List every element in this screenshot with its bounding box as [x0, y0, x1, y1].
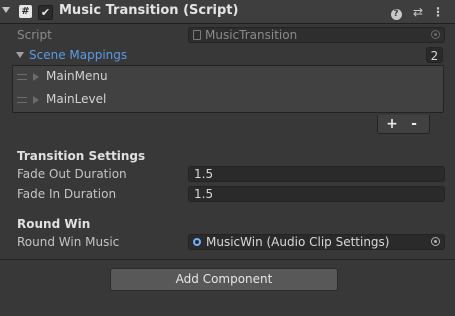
- fade-in-input[interactable]: 1.5: [188, 186, 445, 202]
- component-title: Music Transition (Script): [59, 3, 239, 18]
- script-icon: #: [19, 5, 32, 18]
- round-win-music-label: Round Win Music: [17, 235, 120, 249]
- scene-mappings-label[interactable]: Scene Mappings: [29, 48, 127, 62]
- fade-out-input[interactable]: 1.5: [188, 166, 445, 182]
- round-win-music-field[interactable]: MusicWin (Audio Clip Settings): [188, 234, 445, 250]
- help-glyph: ?: [390, 9, 402, 20]
- script-label: Script: [17, 28, 52, 42]
- drag-handle-icon[interactable]: [17, 97, 27, 103]
- expand-arrow-icon[interactable]: [33, 96, 39, 104]
- add-component-button[interactable]: Add Component: [110, 268, 338, 291]
- script-field[interactable]: MusicTransition: [188, 27, 445, 43]
- transition-settings-header: Transition Settings: [17, 149, 146, 163]
- round-win-music-value: MusicWin (Audio Clip Settings): [206, 235, 390, 249]
- presets-icon[interactable]: ⇄: [410, 4, 426, 20]
- list-item-label[interactable]: MainMenu: [46, 69, 108, 83]
- audio-clip-icon: [193, 238, 201, 246]
- expand-arrow-icon[interactable]: [33, 73, 39, 81]
- fade-out-label: Fade Out Duration: [17, 167, 127, 181]
- round-win-header: Round Win: [17, 217, 91, 231]
- foldout-arrow-icon[interactable]: [2, 7, 10, 13]
- more-options-icon[interactable]: ⋮: [430, 4, 446, 20]
- divider: [0, 259, 455, 260]
- enabled-checkbox[interactable]: ✔: [38, 5, 53, 20]
- list-size-field[interactable]: 2: [426, 47, 443, 63]
- list-item-label[interactable]: MainLevel: [46, 92, 106, 106]
- object-picker-icon[interactable]: [431, 30, 440, 39]
- drag-handle-icon[interactable]: [17, 74, 27, 80]
- add-element-button[interactable]: +: [382, 117, 402, 132]
- fade-in-label: Fade In Duration: [17, 187, 117, 201]
- object-picker-icon[interactable]: [431, 237, 440, 246]
- help-icon[interactable]: ?: [388, 4, 404, 20]
- script-field-value: MusicTransition: [205, 28, 298, 42]
- script-file-icon: [193, 30, 201, 40]
- remove-element-button[interactable]: -: [404, 117, 424, 132]
- scene-mappings-foldout-icon[interactable]: [16, 52, 24, 58]
